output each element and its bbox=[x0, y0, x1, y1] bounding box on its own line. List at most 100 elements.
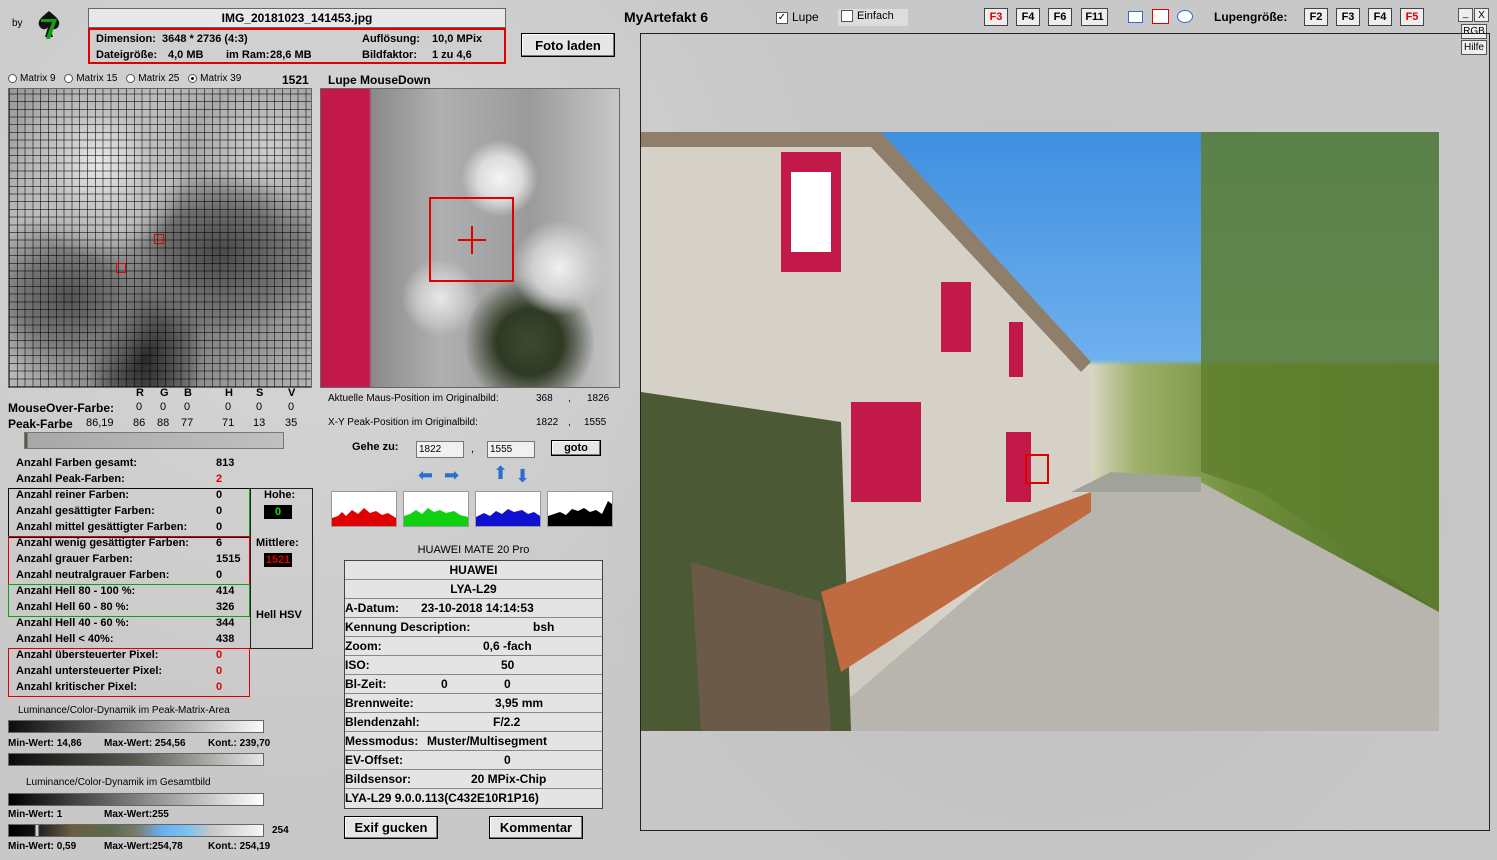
mouseover-label: MouseOver-Farbe: bbox=[8, 401, 115, 415]
zoom-f2-key[interactable]: F2 bbox=[1304, 8, 1328, 26]
dimension-label: Dimension: bbox=[96, 33, 156, 45]
hohe-label: Hohe: bbox=[264, 489, 296, 501]
exif-metering-label: Messmodus: bbox=[345, 734, 419, 748]
f6-key[interactable]: F6 bbox=[1048, 8, 1072, 26]
peak-pos-y: 1555 bbox=[584, 417, 607, 428]
exif-description-value: bsh bbox=[533, 620, 555, 634]
exif-exposure-label: Bl-Zeit: bbox=[345, 677, 387, 691]
bottom-kont: Kont.: 254,19 bbox=[208, 841, 271, 852]
arrow-left-icon[interactable]: ⬅ bbox=[418, 466, 433, 484]
matrix-25-radio[interactable]: Matrix 25 bbox=[126, 73, 179, 84]
exif-firmware: LYA-L29 9.0.0.113(C432E10R1P16) bbox=[345, 791, 539, 805]
f4-key[interactable]: F4 bbox=[1016, 8, 1040, 26]
stat-bright-80-value: 414 bbox=[216, 585, 235, 597]
exif-iso-value: 50 bbox=[501, 658, 515, 672]
file-info-panel: IMG_20181023_141453.jpg Dimension: 3648 … bbox=[88, 8, 506, 64]
peak-min: Min-Wert: 14,86 bbox=[8, 738, 82, 749]
minimize-button[interactable]: _ bbox=[1458, 8, 1473, 22]
stat-overexposed-value: 0 bbox=[216, 649, 223, 661]
goto-button[interactable]: goto bbox=[551, 440, 601, 456]
goto-x-input[interactable]: 1822 bbox=[416, 441, 464, 458]
zoom-f4-key[interactable]: F4 bbox=[1368, 8, 1392, 26]
goto-y-input[interactable]: 1555 bbox=[487, 441, 535, 458]
exif-date-value: 23-10-2018 14:14:53 bbox=[421, 601, 534, 615]
resolution-label: Auflösung: bbox=[362, 33, 421, 45]
col-v: V bbox=[288, 387, 296, 399]
exif-metering-value: Muster/Multisegment bbox=[427, 734, 548, 748]
peak-g: 88 bbox=[157, 417, 170, 429]
exif-firmware-row: LYA-L29 9.0.0.113(C432E10R1P16) bbox=[345, 789, 602, 808]
ram-value: 28,6 MB bbox=[270, 49, 312, 61]
exif-iso-row: ISO: 50 bbox=[345, 656, 602, 675]
arrow-down-icon[interactable]: ⬇ bbox=[515, 467, 530, 485]
matrix-39-label: Matrix 39 bbox=[200, 73, 242, 84]
exif-description-row: Kennung Description: bsh bbox=[345, 618, 602, 637]
exif-metering-row: Messmodus: Muster/Multisegment bbox=[345, 732, 602, 751]
goto-label: Gehe zu: bbox=[352, 441, 399, 453]
resolution-value: 10,0 MPix bbox=[432, 33, 483, 45]
lupe-title: Lupe MouseDown bbox=[328, 73, 431, 87]
zoom-f3-key[interactable]: F3 bbox=[1336, 8, 1360, 26]
hell-hsv-label: Hell HSV bbox=[256, 609, 302, 621]
total-dynamic-bar bbox=[8, 793, 264, 806]
pixel-matrix-grid[interactable] bbox=[8, 88, 312, 388]
zoom-f5-key[interactable]: F5 bbox=[1400, 8, 1424, 26]
stat-gray-label: Anzahl grauer Farben: bbox=[16, 553, 133, 565]
lupe-check-icon[interactable]: ✓ bbox=[776, 12, 788, 25]
total-color-dynamic-bar bbox=[8, 824, 264, 837]
square-shape-icon[interactable] bbox=[1152, 9, 1169, 24]
mouse-pos-x: 368 bbox=[536, 393, 553, 404]
matrix-9-radio[interactable]: Matrix 9 bbox=[8, 73, 56, 84]
exif-date-label: A-Datum: bbox=[345, 601, 399, 615]
mouse-pos-comma: , bbox=[568, 393, 571, 404]
stat-critical-value: 0 bbox=[216, 681, 223, 693]
factor-value: 1 zu 4,6 bbox=[432, 49, 472, 61]
einfach-checkbox[interactable]: Einfach bbox=[838, 9, 908, 26]
close-button[interactable]: X bbox=[1474, 8, 1489, 22]
col-r: R bbox=[136, 387, 144, 399]
exif-iso-label: ISO: bbox=[345, 658, 370, 672]
f11-key[interactable]: F11 bbox=[1081, 8, 1108, 26]
total-min: Min-Wert: 1 bbox=[8, 809, 63, 820]
exif-focal-value: 3,95 mm bbox=[495, 696, 544, 710]
arrow-up-icon[interactable]: ⬆ bbox=[493, 464, 508, 482]
circle-shape-icon[interactable] bbox=[1177, 10, 1193, 23]
peak-max: Max-Wert: 254,56 bbox=[104, 738, 186, 749]
exif-ev-value: 0 bbox=[504, 753, 511, 767]
peak-h: 71 bbox=[222, 417, 235, 429]
matrix-9-label: Matrix 9 bbox=[20, 73, 56, 84]
lupe-checkbox[interactable]: ✓ Lupe bbox=[776, 10, 819, 25]
exif-sensor-row: Bildsensor: 20 MPix-Chip bbox=[345, 770, 602, 789]
logo-icon bbox=[32, 9, 66, 41]
f3-key[interactable]: F3 bbox=[984, 8, 1008, 26]
matrix-15-radio[interactable]: Matrix 15 bbox=[64, 73, 117, 84]
mouseover-g: 0 bbox=[160, 401, 167, 413]
matrix-39-radio[interactable]: Matrix 39 bbox=[188, 73, 241, 84]
stat-underexposed-label: Anzahl untersteuerter Pixel: bbox=[16, 665, 163, 677]
exif-button[interactable]: Exif gucken bbox=[344, 816, 438, 839]
lupe-view[interactable] bbox=[320, 88, 620, 388]
mouseover-b: 0 bbox=[184, 401, 191, 413]
main-photo[interactable] bbox=[641, 132, 1439, 731]
exif-table: HUAWEI LYA-L29 A-Datum: 23-10-2018 14:14:… bbox=[344, 560, 603, 809]
load-photo-button[interactable]: Foto laden bbox=[521, 33, 615, 57]
comment-button[interactable]: Kommentar bbox=[489, 816, 583, 839]
exif-sensor-label: Bildsensor: bbox=[345, 772, 412, 786]
total-max: Max-Wert:255 bbox=[104, 809, 169, 820]
peak-color-dynamic-bar bbox=[8, 753, 264, 766]
arrow-right-icon[interactable]: ➡ bbox=[444, 466, 459, 484]
exif-aperture-label: Blendenzahl: bbox=[345, 715, 420, 729]
exif-aperture-value: F/2.2 bbox=[493, 715, 521, 729]
einfach-check-icon[interactable] bbox=[841, 10, 853, 23]
mouseover-r: 0 bbox=[136, 401, 143, 413]
lupe-label: Lupe bbox=[792, 10, 819, 24]
exif-ev-label: EV-Offset: bbox=[345, 753, 404, 767]
stat-critical-label: Anzahl kritischer Pixel: bbox=[16, 681, 138, 693]
peak-pos-label: X-Y Peak-Position im Originalbild: bbox=[328, 417, 478, 428]
rectangle-shape-icon[interactable] bbox=[1128, 11, 1143, 23]
exif-exposure-row: Bl-Zeit: 0 0 bbox=[345, 675, 602, 694]
col-h: H bbox=[225, 387, 233, 399]
stat-peak-colors-label: Anzahl Peak-Farben: bbox=[16, 473, 125, 485]
stat-pure-label: Anzahl reiner Farben: bbox=[16, 489, 130, 501]
stat-saturated-label: Anzahl gesättigter Farben: bbox=[16, 505, 155, 517]
